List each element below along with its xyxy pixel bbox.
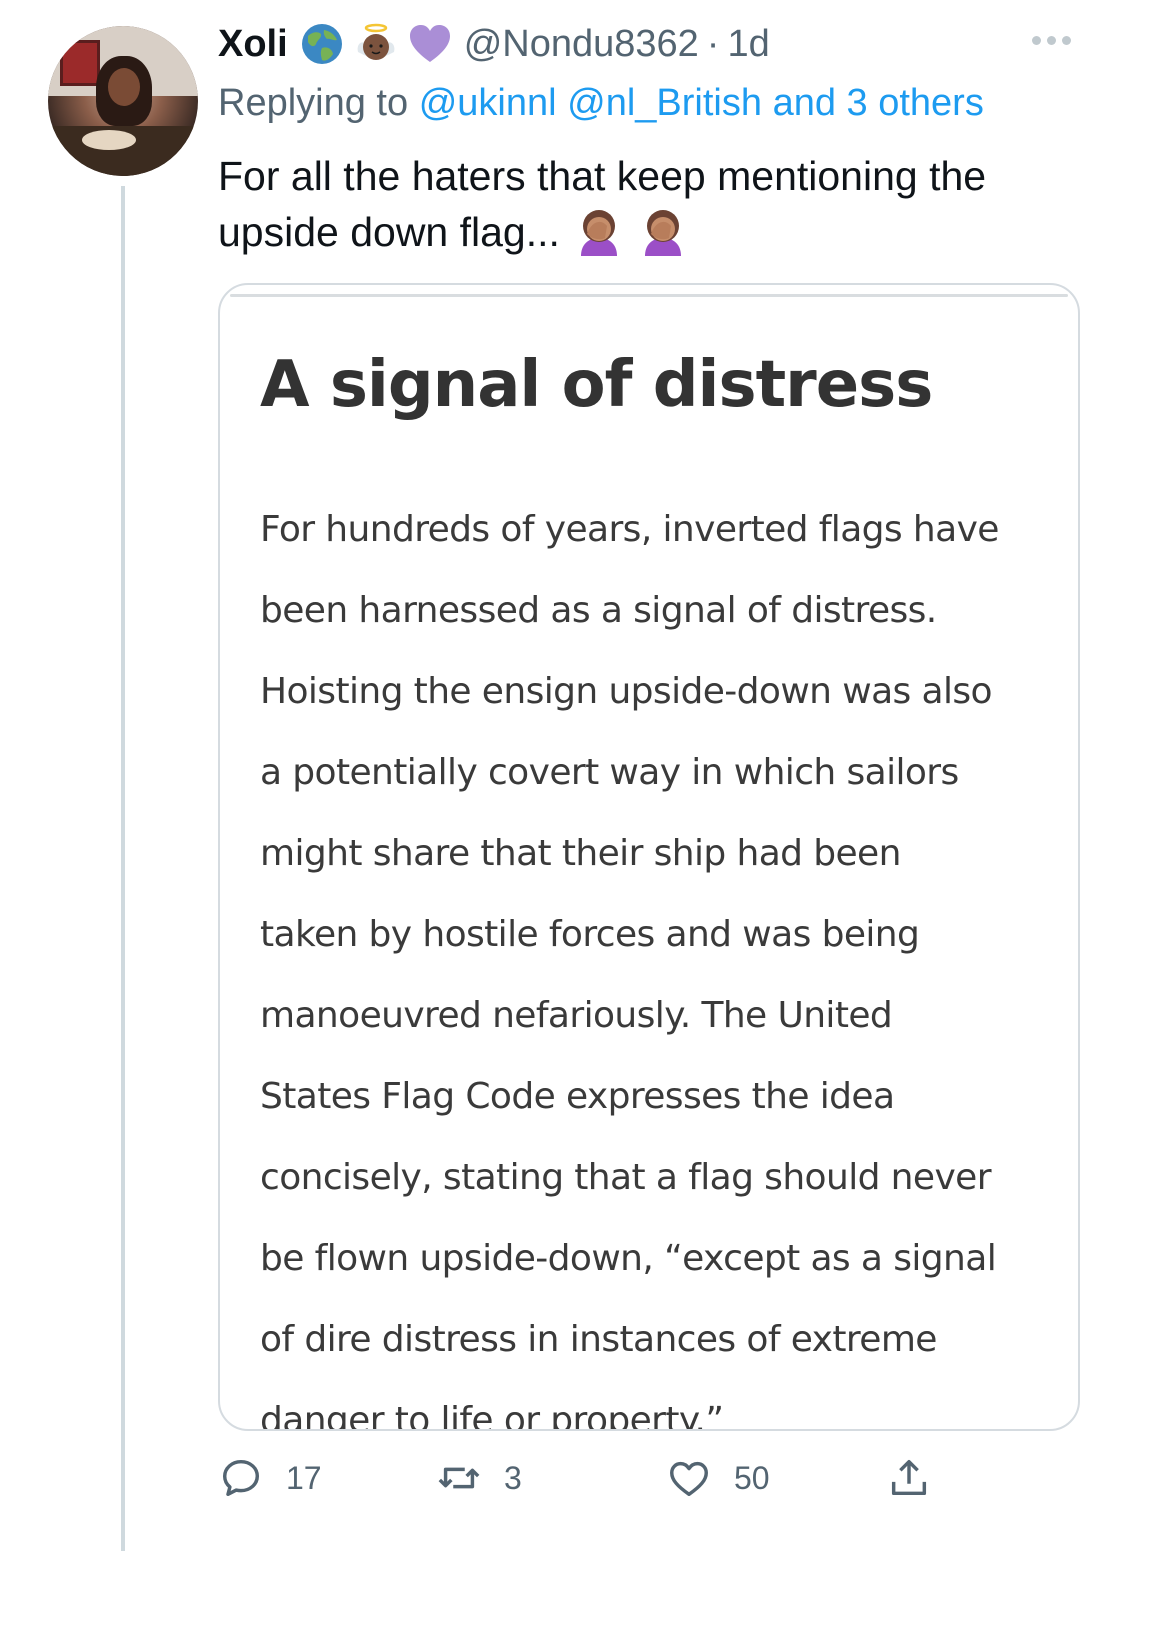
reply-icon — [222, 1459, 260, 1497]
tweet-actions: 17 3 50 — [218, 1455, 978, 1511]
reply-button[interactable]: 17 — [218, 1455, 322, 1501]
mention-others-link[interactable]: and 3 others — [773, 82, 984, 124]
quoted-image-card[interactable]: A signal of distress For hundreds of yea… — [218, 283, 1080, 1431]
mention-link[interactable]: @ukinnl — [419, 82, 557, 124]
more-dot — [1062, 36, 1071, 45]
header-separator: · — [706, 23, 720, 65]
card-text-line: taken by hostile forces and was being — [260, 914, 920, 955]
replying-prefix: Replying to — [218, 82, 409, 124]
card-title: A signal of distress — [260, 348, 933, 422]
card-text-line: might share that their ship had been — [260, 833, 901, 874]
card-text-line: been harnessed as a signal of distress. — [260, 590, 937, 631]
avatar-wall-art — [60, 40, 100, 86]
globe-emoji-icon — [301, 24, 342, 64]
baby-angel-emoji-icon — [357, 23, 395, 60]
avatar-plate — [82, 130, 136, 150]
replying-to: Replying to @ukinnl @nl_British and 3 ot… — [218, 78, 984, 128]
heart-icon — [670, 1461, 708, 1497]
thread-line — [121, 186, 125, 1551]
reply-count: 17 — [286, 1459, 322, 1496]
purple-heart-emoji-icon — [409, 25, 450, 62]
facepalm-emoji-icon — [581, 210, 618, 256]
retweet-icon — [438, 1467, 480, 1489]
card-text-line: danger to life or property.” — [260, 1400, 724, 1431]
card-top-divider — [230, 294, 1068, 297]
more-options-icon[interactable] — [1032, 36, 1071, 45]
card-text-line: concisely, stating that a flag should ne… — [260, 1157, 992, 1198]
more-dot — [1032, 36, 1041, 45]
avatar[interactable] — [48, 26, 198, 176]
tweet-text: For all the haters that keep mentioning … — [218, 148, 1118, 260]
share-icon — [891, 1459, 927, 1496]
card-text-line: For hundreds of years, inverted flags ha… — [260, 509, 999, 550]
card-text-line: a potentially covert way in which sailor… — [260, 752, 959, 793]
card-body: For hundreds of years, inverted flags ha… — [260, 489, 1060, 1431]
retweet-button[interactable]: 3 — [436, 1455, 522, 1501]
tweet-header: Xoli @Nondu8362 · 1d — [218, 18, 770, 70]
like-count: 50 — [734, 1459, 770, 1496]
share-button[interactable] — [886, 1455, 932, 1501]
more-dot — [1047, 36, 1056, 45]
author-handle[interactable]: @Nondu8362 — [464, 18, 699, 70]
tweet-age[interactable]: 1d — [727, 18, 769, 70]
card-text-line: States Flag Code expresses the idea — [260, 1076, 895, 1117]
card-text-line: Hoisting the ensign upside-down was also — [260, 671, 993, 712]
card-text-line: manoeuvred nefariously. The United — [260, 995, 893, 1036]
facepalm-emoji-icon — [644, 210, 681, 256]
author-name[interactable]: Xoli — [218, 18, 288, 70]
like-button[interactable]: 50 — [666, 1455, 770, 1501]
retweet-count: 3 — [504, 1459, 522, 1496]
mention-link[interactable]: @nl_British — [567, 82, 762, 124]
card-text-line: of dire distress in instances of extreme — [260, 1319, 937, 1360]
avatar-face — [108, 68, 140, 106]
card-text-line: be flown upside-down, “except as a signa… — [260, 1238, 997, 1279]
